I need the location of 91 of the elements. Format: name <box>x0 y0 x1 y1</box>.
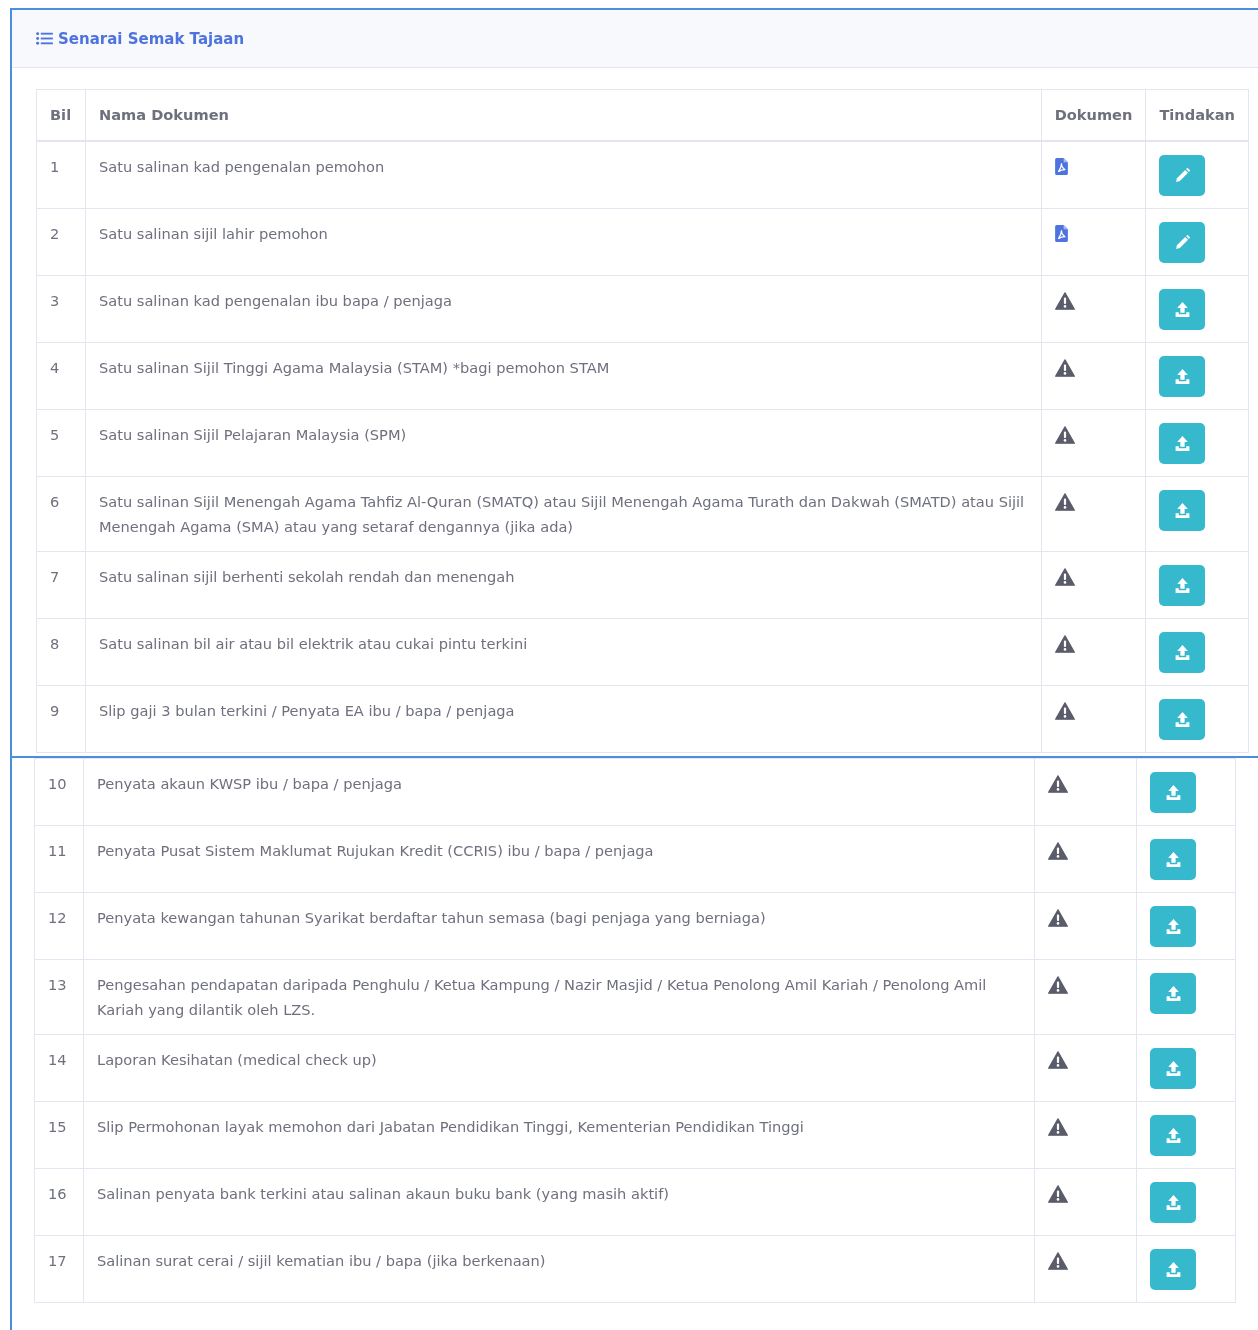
upload-button[interactable] <box>1150 1048 1196 1089</box>
document-name: Laporan Kesihatan (medical check up) <box>83 1034 1035 1102</box>
document-name: Slip gaji 3 bulan terkini / Penyata EA ibu / bapa / penjaga <box>85 685 1042 753</box>
warning-icon <box>1048 1051 1068 1069</box>
upload-icon <box>1173 711 1191 728</box>
row-number: 4 <box>36 342 86 410</box>
upload-icon <box>1164 1194 1182 1211</box>
warning-icon <box>1054 493 1075 511</box>
document-name: Satu salinan Sijil Tinggi Agama Malaysia (STAM) *bagi pemohon STAM <box>85 342 1042 410</box>
upload-button[interactable] <box>1150 1182 1196 1223</box>
row-number: 2 <box>36 208 86 276</box>
document-name: Satu salinan kad pengenalan pemohon <box>85 141 1042 209</box>
upload-button[interactable] <box>1159 565 1206 606</box>
pdf-file-icon <box>1054 158 1068 175</box>
row-number: 3 <box>36 275 86 343</box>
pencil-icon <box>1173 234 1191 251</box>
upload-button[interactable] <box>1150 772 1196 813</box>
column-header: Tindakan <box>1145 89 1249 141</box>
document-name: Penyata kewangan tahunan Syarikat berdaftar tahun semasa (bagi penjaga yang berniaga) <box>83 892 1035 960</box>
row-number: 17 <box>34 1235 84 1303</box>
row-number: 6 <box>36 476 86 552</box>
warning-icon <box>1054 635 1075 653</box>
document-name: Satu salinan Sijil Pelajaran Malaysia (SPM) <box>85 409 1042 477</box>
row-number: 14 <box>34 1034 84 1102</box>
upload-icon <box>1173 577 1191 594</box>
upload-button[interactable] <box>1150 973 1196 1014</box>
upload-button[interactable] <box>1159 423 1206 464</box>
warning-icon <box>1054 568 1075 586</box>
upload-icon <box>1164 1261 1182 1278</box>
document-name: Satu salinan sijil lahir pemohon <box>85 208 1042 276</box>
upload-button[interactable] <box>1159 356 1206 397</box>
warning-icon <box>1048 842 1068 860</box>
upload-icon <box>1164 918 1182 935</box>
document-name: Satu salinan kad pengenalan ibu bapa / penjaga <box>85 275 1042 343</box>
row-number: 9 <box>36 685 86 753</box>
warning-icon <box>1048 1118 1068 1136</box>
column-header: Dokumen <box>1041 89 1146 141</box>
list-icon <box>36 32 53 45</box>
pdf-file-icon <box>1054 225 1068 242</box>
warning-icon <box>1048 1185 1068 1203</box>
document-name: Satu salinan Sijil Menengah Agama Tahfiz Al-Quran (SMATQ) atau Sijil Menengah Agama Turath dan Dakwah (SMATD) atau Sijil Menengah Agama (SMA) atau yang setaraf dengannya (jika ada) <box>85 476 1042 552</box>
upload-icon <box>1164 1060 1182 1077</box>
document-name: Salinan surat cerai / sijil kematian ibu / bapa (jika berkenaan) <box>83 1235 1035 1303</box>
row-number: 13 <box>34 959 84 1035</box>
warning-icon <box>1048 1252 1068 1270</box>
warning-icon <box>1048 976 1068 994</box>
row-number: 8 <box>36 618 86 686</box>
row-number: 10 <box>34 758 84 826</box>
warning-icon <box>1054 359 1075 377</box>
upload-icon <box>1164 1127 1182 1144</box>
upload-button[interactable] <box>1150 1249 1196 1290</box>
upload-icon <box>1164 985 1182 1002</box>
warning-icon <box>1048 909 1068 927</box>
document-name: Satu salinan sijil berhenti sekolah rendah dan menengah <box>85 551 1042 619</box>
document-name: Satu salinan bil air atau bil elektrik atau cukai pintu terkini <box>85 618 1042 686</box>
warning-icon <box>1054 426 1075 444</box>
document-name: Pengesahan pendapatan daripada Penghulu / Ketua Kampung / Nazir Masjid / Ketua Penolong Amil Kariah / Penolong Amil Kariah yang dilantik oleh LZS. <box>83 959 1035 1035</box>
upload-icon <box>1173 368 1191 385</box>
upload-icon <box>1164 784 1182 801</box>
warning-icon <box>1054 702 1075 720</box>
upload-icon <box>1173 502 1191 519</box>
upload-button[interactable] <box>1159 490 1206 531</box>
document-name: Slip Permohonan layak memohon dari Jabatan Pendidikan Tinggi, Kementerian Pendidikan Tinggi <box>83 1101 1035 1169</box>
upload-button[interactable] <box>1159 289 1206 330</box>
panel-title: Senarai Semak Tajaan <box>58 29 245 48</box>
upload-button[interactable] <box>1150 1115 1196 1156</box>
column-header: Nama Dokumen <box>85 89 1042 141</box>
upload-button[interactable] <box>1150 839 1196 880</box>
upload-icon <box>1164 851 1182 868</box>
upload-icon <box>1173 301 1191 318</box>
row-number: 12 <box>34 892 84 960</box>
row-number: 11 <box>34 825 84 893</box>
row-number: 1 <box>36 141 86 209</box>
row-number: 7 <box>36 551 86 619</box>
upload-button[interactable] <box>1159 632 1206 673</box>
document-name: Penyata Pusat Sistem Maklumat Rujukan Kredit (CCRIS) ibu / bapa / penjaga <box>83 825 1035 893</box>
upload-button[interactable] <box>1150 906 1196 947</box>
edit-button[interactable] <box>1159 155 1206 196</box>
pencil-icon <box>1173 167 1191 184</box>
warning-icon <box>1048 775 1068 793</box>
document-name: Salinan penyata bank terkini atau salinan akaun buku bank (yang masih aktif) <box>83 1168 1035 1236</box>
upload-icon <box>1173 435 1191 452</box>
column-header: Bil <box>36 89 86 141</box>
warning-icon <box>1054 292 1075 310</box>
row-number: 16 <box>34 1168 84 1236</box>
document-name: Penyata akaun KWSP ibu / bapa / penjaga <box>83 758 1035 826</box>
upload-icon <box>1173 644 1191 661</box>
edit-button[interactable] <box>1159 222 1206 263</box>
row-number: 5 <box>36 409 86 477</box>
upload-button[interactable] <box>1159 699 1206 740</box>
row-number: 15 <box>34 1101 84 1169</box>
